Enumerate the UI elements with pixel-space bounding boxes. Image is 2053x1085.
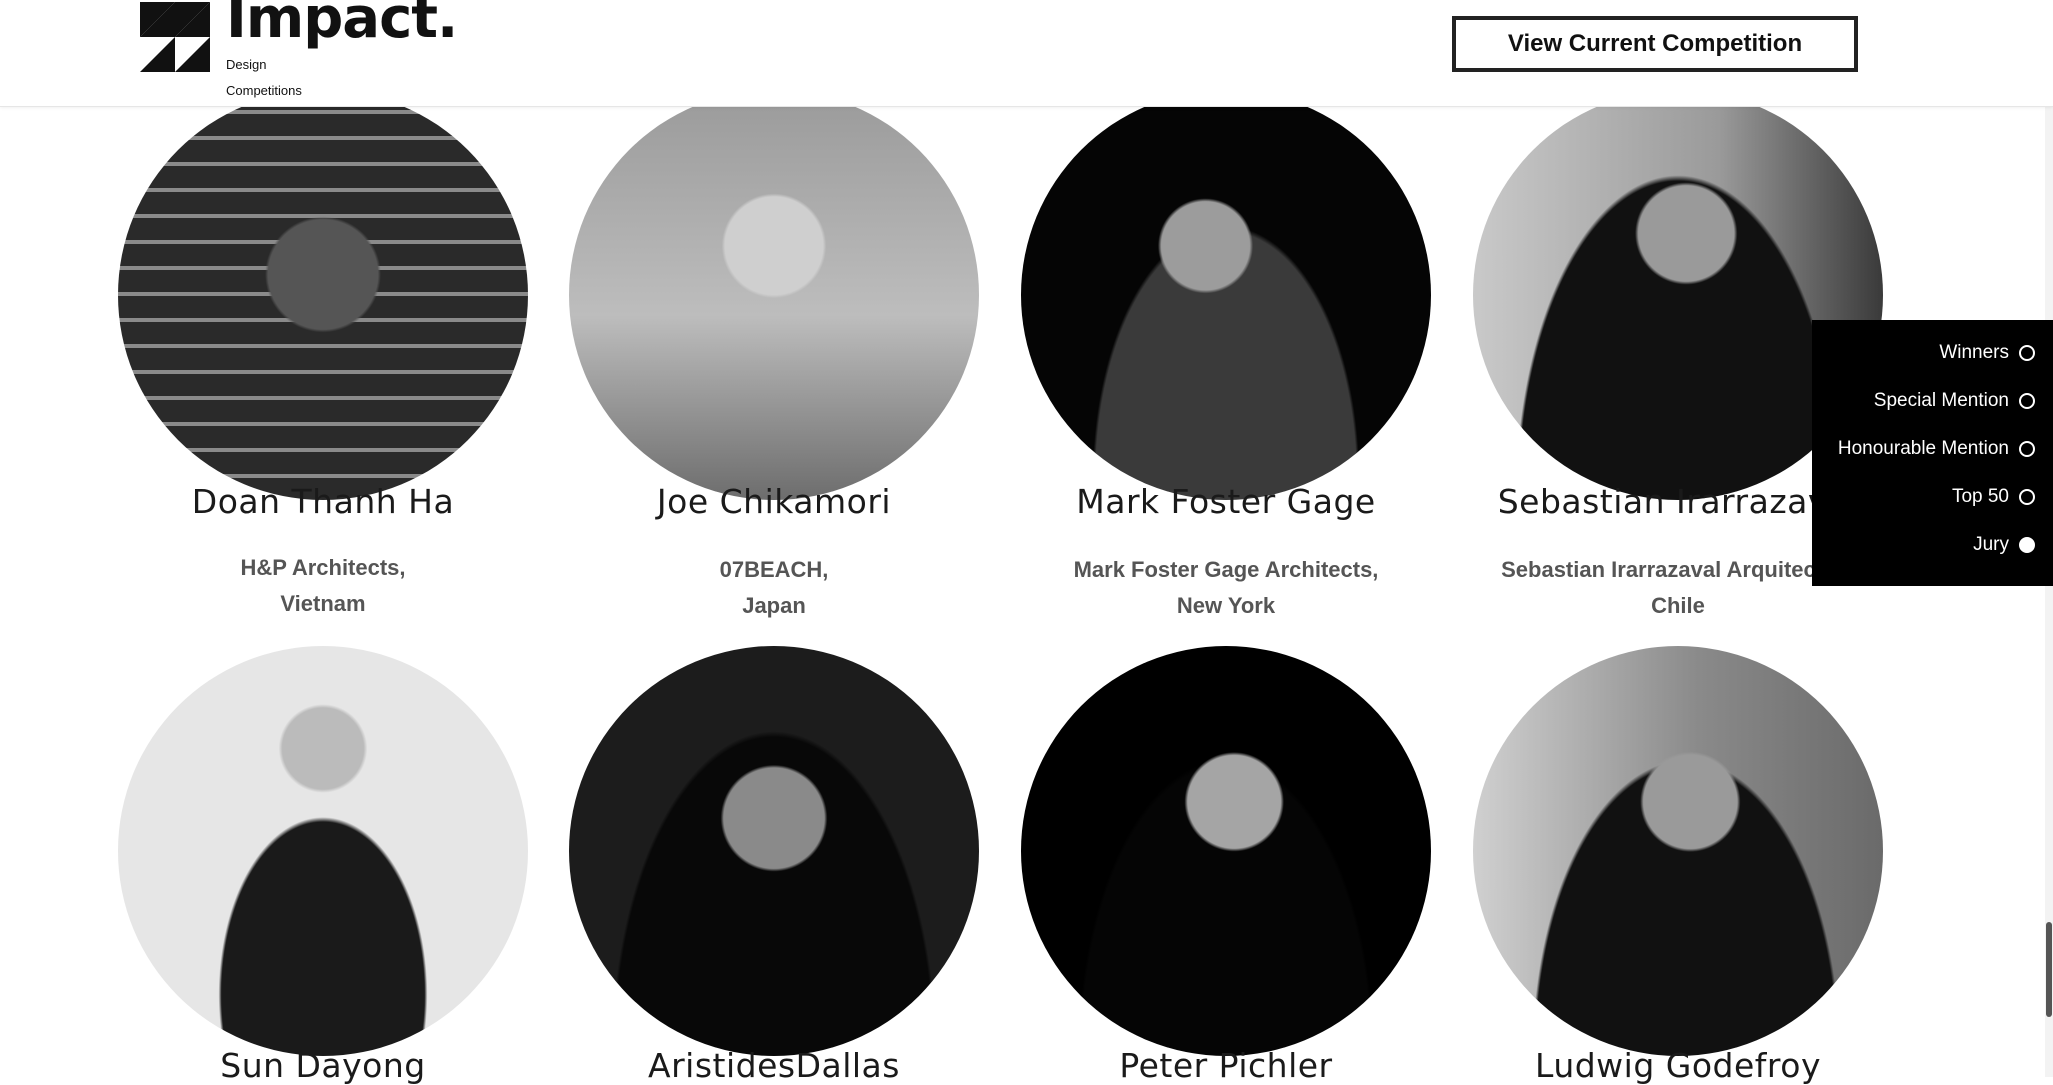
radio-selected-icon[interactable]	[2019, 537, 2035, 553]
jury-photo	[118, 646, 528, 1056]
jury-name: Sun Dayong	[220, 1046, 426, 1085]
jury-photo	[1021, 90, 1431, 500]
jury-firm: 07BEACH,	[719, 557, 829, 582]
filter-label: Winners	[1939, 342, 2009, 363]
jury-firm: Mark Foster Gage Architects,	[1073, 557, 1379, 582]
jury-name: Mark Foster Gage	[1076, 482, 1376, 521]
filter-label: Honourable Mention	[1837, 438, 2009, 459]
filter-label: Special Mention	[1873, 390, 2009, 411]
view-current-competition-button[interactable]: View Current Competition	[1452, 16, 1858, 72]
filter-label: Jury	[1973, 534, 2009, 555]
logo-subtitle-competitions: Competitions	[226, 83, 302, 98]
filter-top-50[interactable]: Top 50	[1952, 486, 2035, 508]
filter-jury[interactable]: Jury	[1973, 534, 2035, 556]
jury-name: Doan Thanh Ha	[191, 482, 455, 521]
radio-icon[interactable]	[2019, 489, 2035, 505]
jury-photo	[1021, 646, 1431, 1056]
logo-title: Impact.	[226, 0, 458, 51]
impact-logo-mark-icon	[140, 2, 210, 72]
filter-winners[interactable]: Winners	[1939, 342, 2035, 364]
radio-icon[interactable]	[2019, 441, 2035, 457]
scrollbar-thumb[interactable]	[2046, 922, 2052, 1017]
jury-photo	[569, 646, 979, 1056]
logo-subtitle-design: Design	[226, 57, 267, 72]
radio-icon[interactable]	[2019, 393, 2035, 409]
jury-firm: H&P Architects,	[240, 555, 406, 580]
filter-label: Top 50	[1951, 486, 2009, 507]
jury-location: New York	[1176, 593, 1276, 618]
jury-location: Japan	[742, 593, 806, 618]
jury-photo	[118, 90, 528, 500]
radio-icon[interactable]	[2019, 345, 2035, 361]
jury-name: Peter Pichler	[1119, 1046, 1333, 1085]
jury-photo	[1473, 646, 1883, 1056]
impact-logo[interactable]: Impact. Design Competitions	[140, 0, 458, 100]
jury-name: AristidesDallas	[648, 1046, 900, 1085]
jury-location: Chile	[1651, 593, 1705, 618]
filter-special-mention[interactable]: Special Mention	[1874, 390, 2035, 412]
jury-name: Joe Chikamori	[656, 482, 892, 521]
filter-honourable-mention[interactable]: Honourable Mention	[1838, 438, 2035, 460]
jury-name: Ludwig Godefroy	[1535, 1046, 1821, 1085]
site-header: Impact. Design Competitions View Current…	[0, 0, 2053, 107]
category-filter-panel: Winners Special Mention Honourable Menti…	[1812, 320, 2053, 586]
jury-location: Vietnam	[280, 591, 366, 616]
jury-photo	[569, 90, 979, 500]
